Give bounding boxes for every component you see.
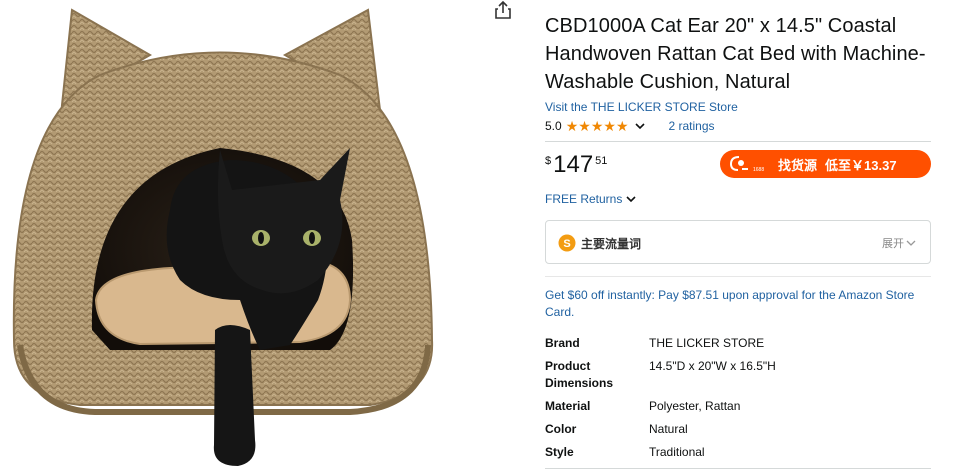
detail-value: Traditional [649, 445, 705, 459]
traffic-keywords-label: 主要流量词 [581, 237, 642, 251]
product-details-table: Brand THE LICKER STORE Product Dimension… [545, 335, 931, 461]
keywords-badge-icon: S [558, 234, 576, 252]
expand-keywords-button[interactable]: 展开 [882, 235, 916, 251]
chevron-down-icon [626, 196, 636, 203]
find-source-low-price: 低至￥13.37 [825, 157, 897, 173]
traffic-keywords-panel: S 主要流量词 展开 [545, 220, 931, 264]
detail-row: Product Dimensions 14.5"D x 20"W x 16.5"… [545, 358, 931, 392]
detail-row: Color Natural [545, 421, 931, 438]
1688-logo-icon [729, 156, 748, 171]
detail-key: Color [545, 422, 577, 436]
star-icon: ★ [615, 118, 629, 134]
store-card-promo-link[interactable]: Get $60 off instantly: Pay $87.51 upon a… [545, 287, 931, 321]
expand-label: 展开 [882, 238, 904, 250]
rating-value: 5.0 [545, 119, 562, 133]
price-symbol: $ [545, 155, 552, 167]
find-source-label: 找货源 [778, 157, 818, 173]
detail-key: Style [545, 445, 574, 459]
product-image-pane [0, 0, 511, 473]
star-icon: ★ [590, 118, 604, 134]
star-rating[interactable]: ★ ★ ★ ★ ★ [566, 119, 629, 133]
free-returns-toggle[interactable]: FREE Returns [545, 192, 931, 206]
detail-row: Material Polyester, Rattan [545, 398, 931, 415]
detail-value: THE LICKER STORE [649, 336, 765, 350]
product-image[interactable] [0, 0, 480, 473]
detail-value: Polyester, Rattan [649, 399, 741, 413]
free-returns-label: FREE Returns [545, 192, 623, 206]
detail-value: Natural [649, 422, 688, 436]
svg-text:S: S [563, 238, 570, 250]
ratings-count-link[interactable]: 2 ratings [669, 119, 715, 133]
detail-row: Style Traditional [545, 444, 931, 461]
divider [545, 141, 931, 142]
star-icon: ★ [565, 118, 579, 134]
price-fraction: 51 [595, 155, 608, 167]
store-link[interactable]: Visit the THE LICKER STORE Store [545, 100, 931, 115]
divider [545, 276, 931, 277]
chevron-down-icon [906, 240, 916, 246]
price-row: $ 147 51 1688 找货源 低至￥13.37 [545, 148, 931, 186]
detail-key: Material [545, 399, 591, 413]
rating-row: 5.0 ★ ★ ★ ★ ★ 2 ratings [545, 117, 931, 135]
star-icon: ★ [603, 118, 616, 134]
find-source-button[interactable]: 1688 找货源 低至￥13.37 [720, 150, 931, 178]
star-icon: ★ [578, 118, 591, 134]
detail-value: 14.5"D x 20"W x 16.5"H [649, 359, 776, 373]
product-title: CBD1000A Cat Ear 20" x 14.5" Coastal Han… [545, 15, 926, 93]
price: $ 147 51 [545, 152, 607, 178]
detail-key: Product Dimensions [545, 359, 614, 390]
price-whole: 147 [553, 151, 594, 178]
share-icon[interactable] [490, 0, 516, 20]
1688-logo-text: 1688 [753, 167, 765, 173]
detail-row: Brand THE LICKER STORE [545, 335, 931, 352]
product-info: CBD1000A Cat Ear 20" x 14.5" Coastal Han… [545, 12, 931, 467]
divider [545, 468, 931, 469]
chevron-down-icon[interactable] [634, 121, 645, 131]
detail-key: Brand [545, 336, 580, 350]
